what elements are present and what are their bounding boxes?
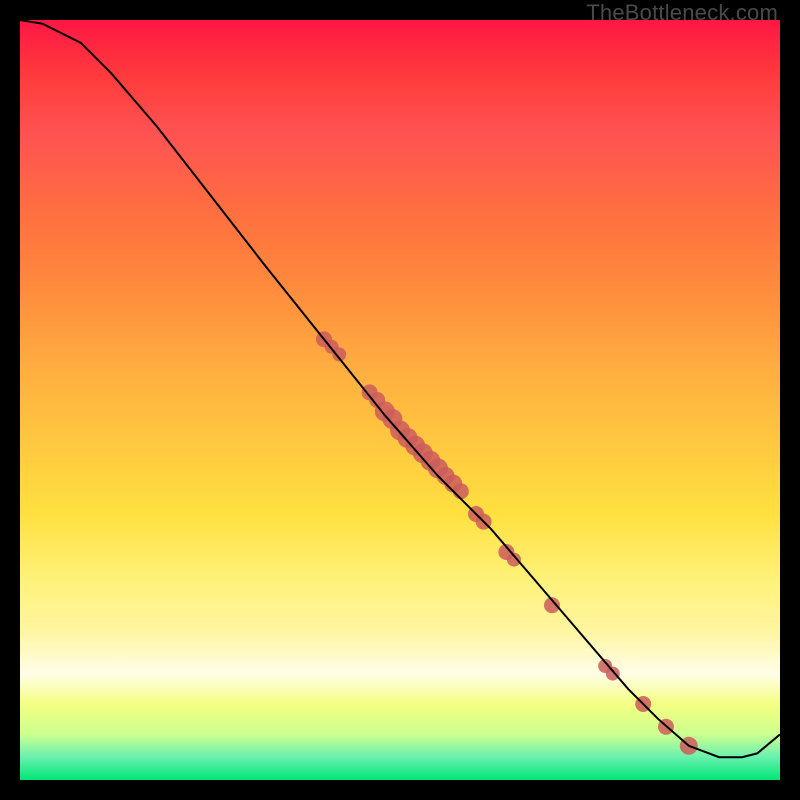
data-point: [606, 667, 620, 681]
watermark-text: TheBottleneck.com: [586, 0, 778, 26]
main-curve: [20, 20, 780, 757]
data-points-group: [316, 331, 698, 755]
data-point: [453, 483, 469, 499]
chart-svg: [20, 20, 780, 780]
